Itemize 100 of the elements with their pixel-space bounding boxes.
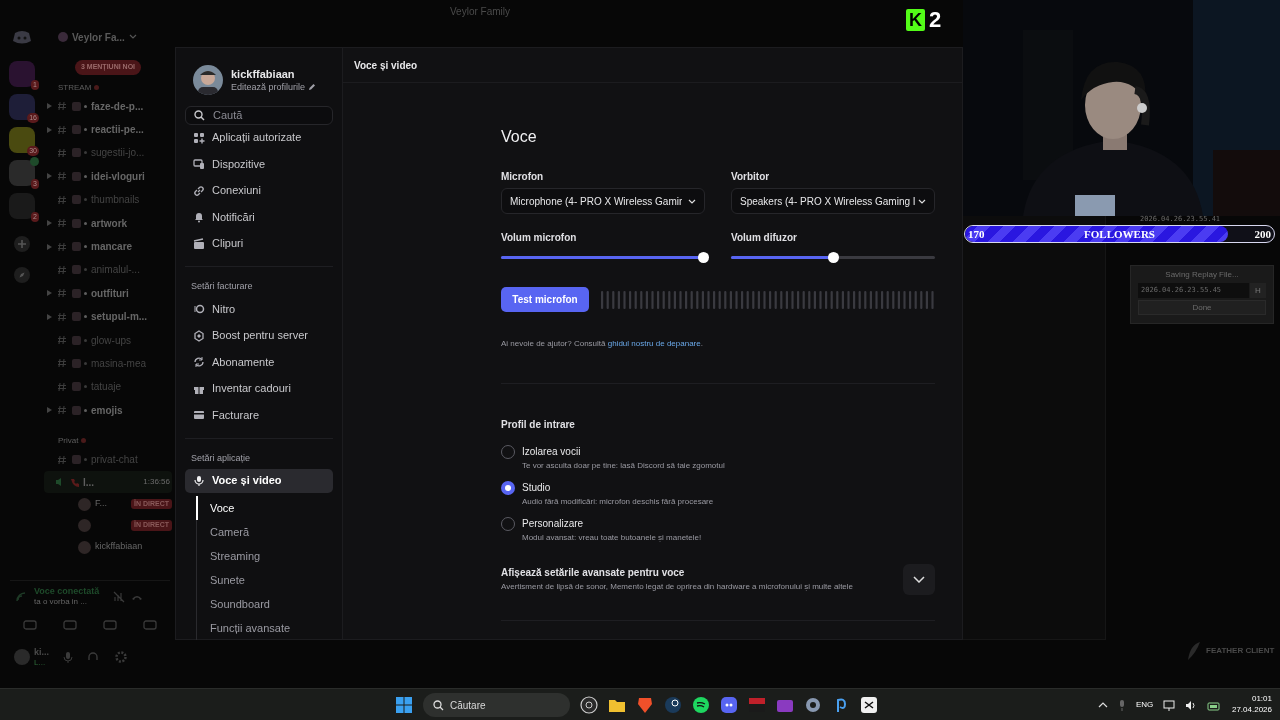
user-name: ki... — [34, 647, 49, 658]
sidebar-subitem[interactable]: Sunete — [196, 568, 333, 592]
search-field[interactable]: Caută — [185, 106, 333, 125]
hash-icon — [57, 124, 67, 135]
hash-icon — [57, 241, 67, 252]
slider-label: Volum microfon — [501, 231, 578, 243]
option-description: Modul avansat: vreau toate butoanele și manetele! — [522, 532, 702, 544]
clapperboard-icon — [193, 237, 205, 250]
emoji-icon — [72, 242, 81, 252]
sidebar-subitem[interactable]: Voce — [196, 496, 333, 520]
channel-name[interactable]: mancare — [91, 239, 133, 255]
call-duration: 1:36:56 — [143, 476, 170, 489]
slider-label: Volum difuzor — [731, 231, 798, 243]
clock-date[interactable]: 27.04.2026 — [1231, 704, 1272, 715]
help-text: Ai nevoie de ajutor? Consultă ghidul nostru de depanare. — [501, 338, 703, 350]
progress-label: FOLLOWERS — [1084, 226, 1155, 242]
search-input[interactable]: Caută — [213, 107, 313, 124]
option-label[interactable]: Studio — [522, 480, 714, 496]
slider-thumb[interactable] — [697, 252, 709, 263]
caret-right-icon — [47, 220, 52, 227]
troubleshooting-link[interactable]: ghidul nostru de depanare — [607, 339, 701, 348]
channel-name[interactable]: artwork — [91, 215, 128, 231]
voice-channel-row[interactable]: l... 1:36:56 — [44, 471, 172, 494]
sidebar-item[interactable]: Boost pentru server — [185, 323, 333, 348]
sidebar-item[interactable]: Notificări — [185, 205, 333, 229]
slider-thumb[interactable] — [828, 252, 839, 263]
sidebar-subitem[interactable]: Funcții avansate — [196, 616, 333, 640]
channel-name[interactable]: idei-vloguri — [91, 168, 145, 184]
section-heading: Setări aplicație — [190, 451, 252, 465]
microphone-icon[interactable] — [1118, 699, 1126, 711]
hash-icon — [57, 405, 67, 416]
music-app-icon[interactable] — [692, 696, 710, 714]
option-description: Te vor asculta doar pe tine: lasă Discord să taie zgomotul — [522, 460, 725, 472]
sidebar-subitem[interactable]: Soundboard — [196, 592, 333, 616]
volume-slider[interactable] — [731, 252, 935, 263]
gear-app-icon[interactable] — [804, 696, 822, 714]
chevron-up-icon[interactable] — [1098, 702, 1108, 708]
test-microphone-button[interactable]: Test microfon — [501, 287, 589, 312]
key-button[interactable]: H — [1250, 283, 1266, 298]
search-input[interactable]: Căutare — [450, 697, 550, 713]
sidebar-item[interactable]: Voce și video — [185, 468, 333, 493]
nitro-icon — [193, 303, 205, 315]
emoji-icon — [72, 455, 81, 465]
sidebar-item[interactable]: Clipuri — [185, 231, 333, 256]
section-title: Voce — [501, 127, 538, 147]
chevron-down-icon — [688, 198, 696, 204]
sidebar-subitem[interactable]: Cameră — [196, 520, 333, 544]
windows-icon[interactable] — [395, 696, 413, 714]
taskbar-search-field[interactable]: Căutare — [423, 693, 570, 717]
sidebar-item[interactable]: Nitro — [185, 297, 333, 321]
advanced-settings-title: Afișează setările avansate pentru voce — [501, 565, 686, 580]
category-label[interactable]: Privat — [58, 434, 79, 447]
sidebar-item[interactable]: Facturare — [185, 403, 333, 427]
sidebar-item[interactable]: Abonamente — [185, 350, 333, 374]
sidebar-item[interactable]: Aplicații autorizate — [185, 125, 333, 150]
channel-name[interactable]: emojis — [91, 402, 123, 418]
category-label[interactable]: STREAM — [58, 81, 92, 94]
emoji-icon — [72, 288, 81, 298]
edit-profile-link[interactable]: Editează profilurile — [231, 81, 306, 93]
hash-icon — [57, 147, 67, 158]
window-title: Veylor Family — [450, 4, 510, 19]
user-status: L... — [34, 658, 47, 667]
device-dropdown[interactable]: Microphone (4- PRO X Wireless Gamir — [501, 188, 705, 214]
chevron-down-icon — [913, 576, 925, 583]
search-icon — [433, 699, 444, 711]
language-indicator[interactable]: ENG — [1136, 699, 1154, 711]
sidebar-item[interactable]: Inventar cadouri — [185, 376, 333, 401]
emoji-icon — [72, 312, 81, 322]
sidebar-item[interactable]: Conexiuni — [185, 178, 333, 203]
caret-right-icon — [47, 313, 52, 320]
radio-button[interactable] — [501, 481, 515, 495]
advanced-settings-description: Avertisment de lipsă de sonor, Memento legat de oprirea din hardware a microfonului și multe altele — [501, 580, 854, 593]
circle-app-icon[interactable] — [580, 696, 598, 714]
sidebar-item[interactable]: Dispozitive — [185, 152, 333, 176]
option-label[interactable]: Personalizare — [522, 516, 702, 532]
field-label: Microfon — [501, 170, 545, 182]
server-name[interactable]: Veylor Fa... — [72, 29, 125, 45]
channel-name[interactable]: reactii-pe... — [91, 122, 144, 138]
expand-button[interactable] — [903, 564, 935, 595]
compass-icon[interactable] — [14, 267, 30, 283]
bell-icon — [193, 211, 205, 223]
device-dropdown[interactable]: Speakers (4- PRO X Wireless Gaming I — [731, 188, 935, 214]
editor-app-icon[interactable] — [860, 696, 878, 714]
apps-icon — [193, 131, 205, 144]
sidebar-subitem[interactable]: Streaming — [196, 544, 333, 568]
caret-right-icon — [47, 290, 52, 297]
volume-icon[interactable] — [1185, 699, 1198, 711]
channel-name[interactable]: setupul-m... — [91, 309, 148, 325]
channel-name[interactable]: faze-de-p... — [91, 98, 144, 114]
hash-icon — [57, 288, 67, 299]
clock-time[interactable]: 01:01 — [1251, 693, 1272, 704]
channel-name: l... — [83, 475, 95, 490]
category-icon — [81, 438, 87, 444]
chat-app-icon[interactable] — [720, 696, 738, 714]
emoji-icon — [72, 359, 81, 368]
emoji-icon — [72, 195, 81, 205]
channel-name[interactable]: outfituri — [91, 285, 129, 301]
option-label[interactable]: Izolarea vocii — [522, 444, 725, 460]
done-button[interactable]: Done — [1138, 300, 1266, 315]
battery-icon[interactable] — [1207, 699, 1222, 711]
